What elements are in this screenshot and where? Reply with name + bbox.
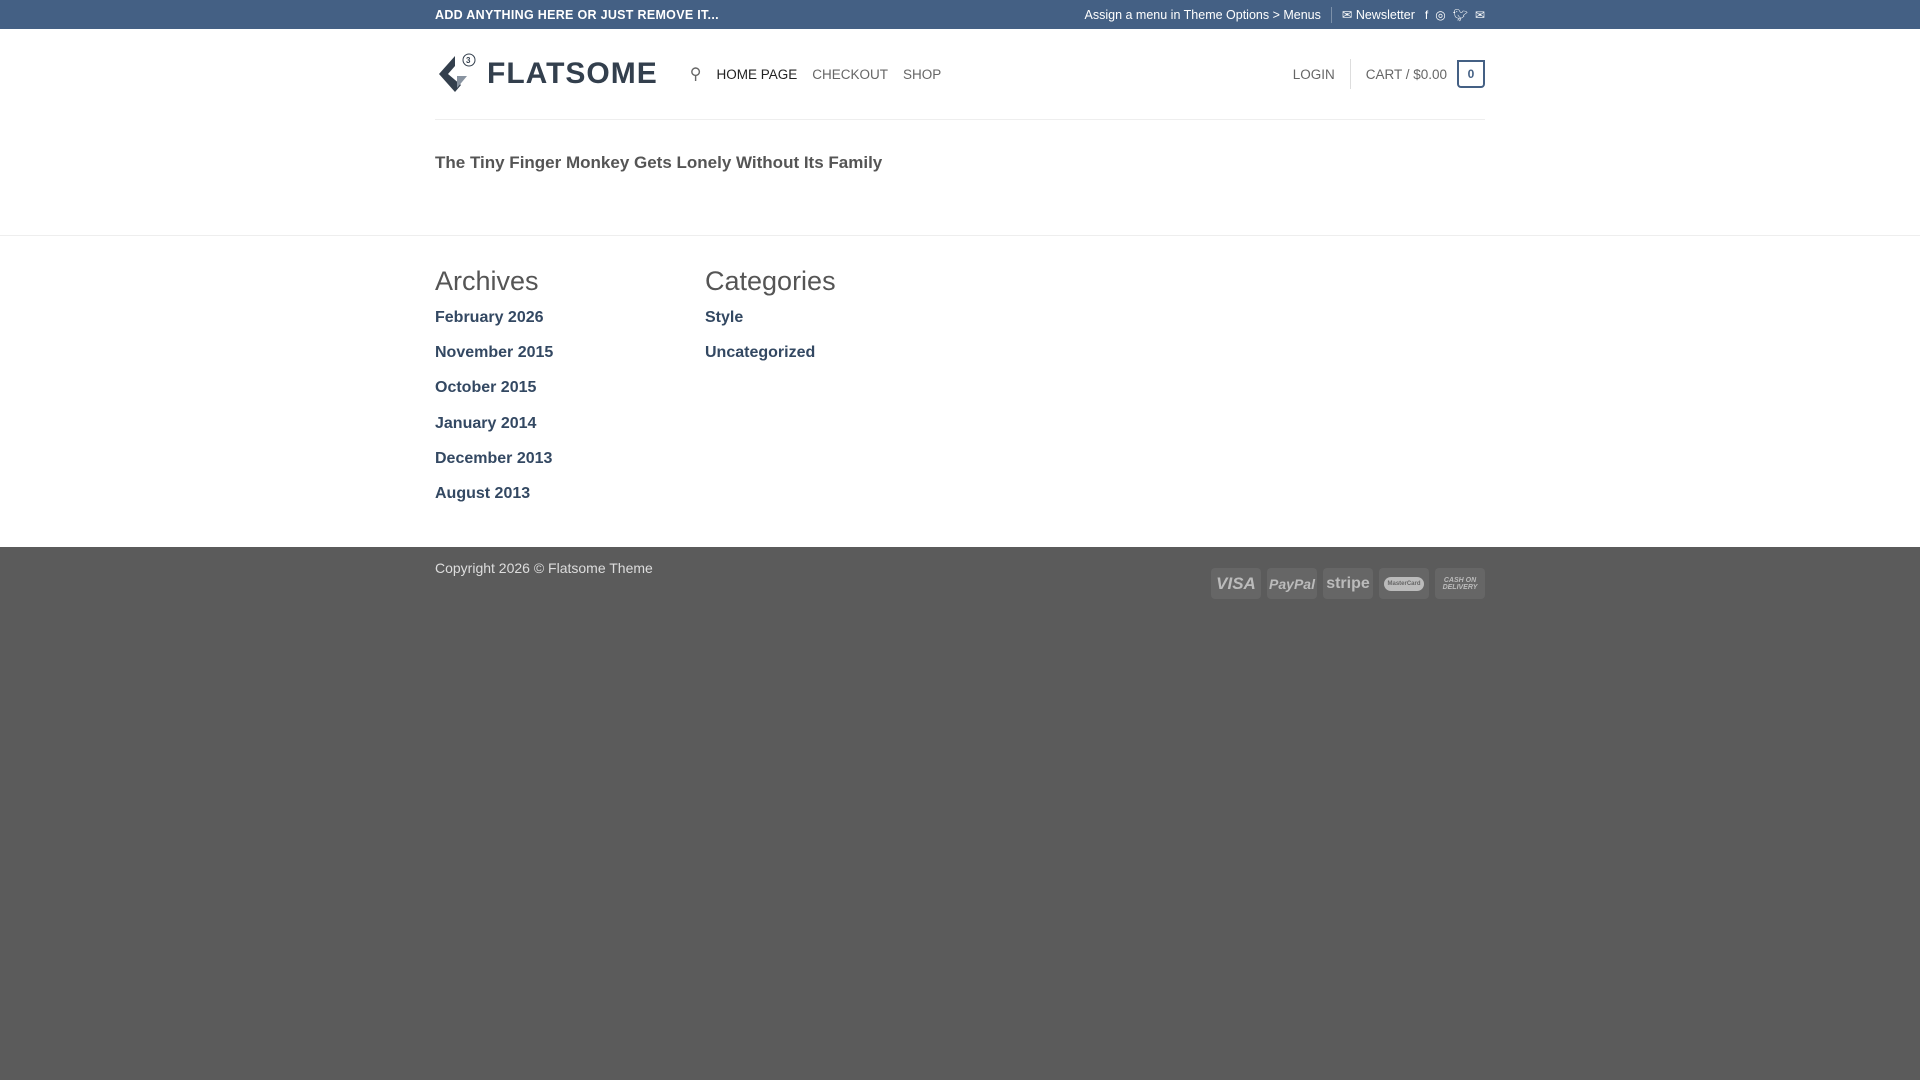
page-title[interactable]: The Tiny Finger Monkey Gets Lonely Witho… <box>435 153 1485 173</box>
main-nav: ⚲ HOME PAGE CHECKOUT SHOP <box>690 64 942 84</box>
categories-widget: Categories Style Uncategorized <box>705 266 975 547</box>
archives-heading: Archives <box>435 266 539 296</box>
mastercard-icon: MasterCard <box>1379 568 1429 599</box>
twitter-icon[interactable]: 🐦︎ <box>1453 8 1468 22</box>
logo-icon: 3 <box>439 53 476 92</box>
divider <box>1330 6 1332 23</box>
envelope-icon: ✉ <box>1341 8 1356 22</box>
cart-link[interactable]: CART / $0.00 <box>1366 67 1447 82</box>
logo[interactable]: 3 FLATSOME <box>435 52 658 96</box>
newsletter-label: Newsletter <box>1355 8 1415 22</box>
nav-home-page[interactable]: HOME PAGE <box>716 67 797 82</box>
search-icon[interactable]: ⚲ <box>690 64 702 84</box>
instagram-icon[interactable]: ◎ <box>1435 8 1445 22</box>
stripe-icon: stripe <box>1323 568 1373 599</box>
top-bar-text: ADD ANYTHING HERE OR JUST REMOVE IT... <box>435 7 719 22</box>
logo-text: FLATSOME <box>487 57 658 90</box>
category-link[interactable]: Style <box>705 309 975 344</box>
visa-icon: VISA <box>1211 568 1261 599</box>
copyright: Copyright 2026 © Flatsome Theme <box>435 560 653 576</box>
email-icon[interactable]: ✉ <box>1475 8 1485 22</box>
archive-link[interactable]: November 2015 <box>435 344 705 379</box>
archives-widget: Archives February 2026 November 2015 Oct… <box>435 266 705 547</box>
archive-link[interactable]: October 2015 <box>435 379 705 414</box>
facebook-icon[interactable]: f <box>1425 8 1428 22</box>
categories-heading: Categories <box>705 266 836 296</box>
divider <box>1349 59 1351 89</box>
archive-link[interactable]: February 2026 <box>435 309 705 344</box>
menu-hint-link[interactable]: Assign a menu in Theme Options > Menus <box>1085 8 1321 22</box>
category-link[interactable]: Uncategorized <box>705 344 975 379</box>
archive-link[interactable]: December 2013 <box>435 450 705 485</box>
header: 3 FLATSOME ⚲ HOME PAGE CHECKOUT SHOP LOG… <box>0 29 1920 120</box>
newsletter-link[interactable]: ✉ Newsletter <box>1342 7 1415 22</box>
login-link[interactable]: LOGIN <box>1293 67 1335 82</box>
footer: Copyright 2026 © Flatsome Theme VISA Pay… <box>0 547 1920 599</box>
paypal-icon: PayPal <box>1267 568 1317 599</box>
cart-count-badge[interactable]: 0 <box>1457 60 1485 88</box>
top-bar: ADD ANYTHING HERE OR JUST REMOVE IT... A… <box>0 0 1920 29</box>
cash-on-delivery-icon: CASH ON DELIVERY <box>1435 568 1485 599</box>
nav-shop[interactable]: SHOP <box>903 67 941 82</box>
svg-text:3: 3 <box>466 56 471 65</box>
archive-link[interactable]: January 2014 <box>435 415 705 450</box>
payment-icons: VISA PayPal stripe MasterCard CASH ON DE… <box>1211 568 1485 599</box>
archive-link[interactable]: August 2013 <box>435 485 705 520</box>
nav-checkout[interactable]: CHECKOUT <box>812 67 888 82</box>
